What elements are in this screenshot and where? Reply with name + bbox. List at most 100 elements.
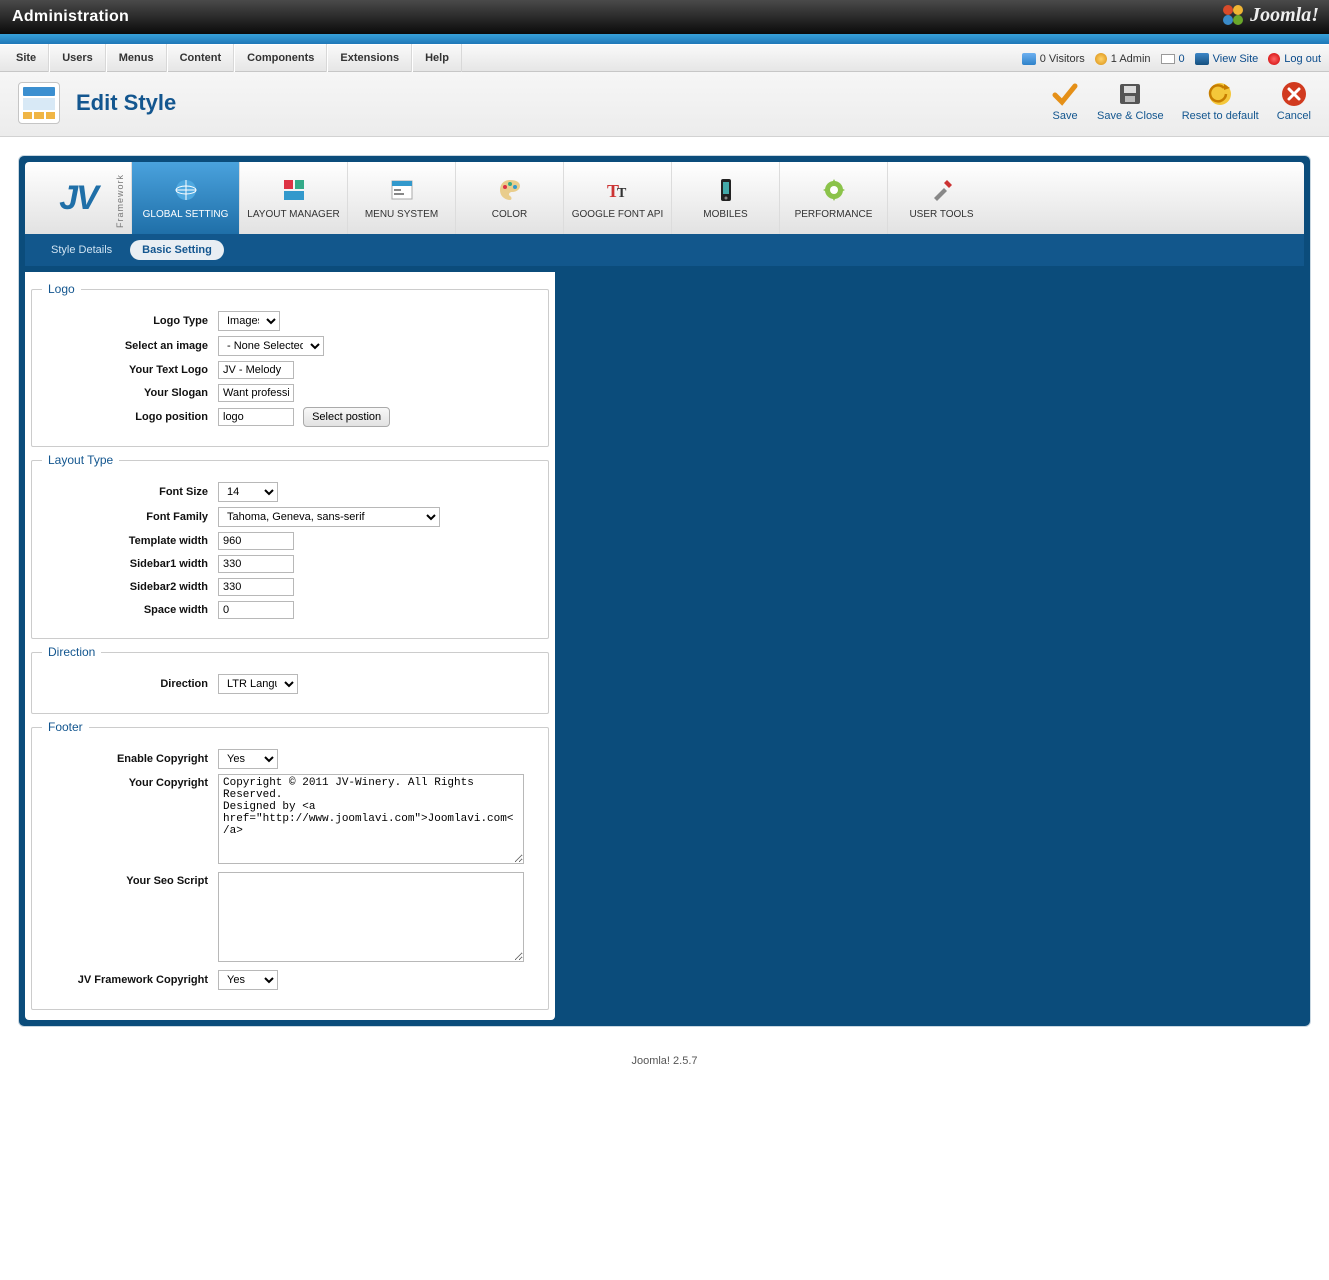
tab-user-tools[interactable]: USER TOOLS bbox=[887, 162, 995, 234]
toolbar: Save Save & Close Reset to default Cance… bbox=[1051, 80, 1311, 122]
label-slogan: Your Slogan bbox=[42, 387, 218, 399]
legend-footer: Footer bbox=[42, 720, 89, 734]
check-icon bbox=[1051, 80, 1079, 108]
fieldset-logo: Logo Logo Type Images Select an image - … bbox=[31, 282, 549, 447]
select-logo-type[interactable]: Images bbox=[218, 311, 280, 331]
menubar-components[interactable]: Components bbox=[234, 44, 327, 72]
tab-performance[interactable]: PERFORMANCE bbox=[779, 162, 887, 234]
tools-icon bbox=[929, 177, 955, 203]
subtab-basic-setting[interactable]: Basic Setting bbox=[130, 240, 224, 260]
tab-color[interactable]: COLOR bbox=[455, 162, 563, 234]
fw-logo-text: JV bbox=[59, 179, 97, 218]
visitors-text: 0 Visitors bbox=[1040, 53, 1085, 65]
sub-tabs: Style Details Basic Setting bbox=[25, 234, 1304, 266]
tab-label: LAYOUT MANAGER bbox=[247, 209, 339, 220]
messages-count[interactable]: 0 bbox=[1161, 53, 1185, 65]
save-button[interactable]: Save bbox=[1051, 80, 1079, 122]
fieldset-layout: Layout Type Font Size 14 Font Family Tah… bbox=[31, 453, 549, 639]
tab-menu-system[interactable]: MENU SYSTEM bbox=[347, 162, 455, 234]
label-text-logo: Your Text Logo bbox=[42, 364, 218, 376]
palette-icon bbox=[497, 177, 523, 203]
logout[interactable]: Log out bbox=[1268, 53, 1321, 65]
subtab-style-details[interactable]: Style Details bbox=[39, 240, 124, 260]
gear-icon bbox=[821, 177, 847, 203]
settings-panel: Logo Logo Type Images Select an image - … bbox=[25, 272, 555, 1020]
menu-icon bbox=[389, 177, 415, 203]
tab-global-setting[interactable]: GLOBAL SETTING bbox=[131, 162, 239, 234]
input-sidebar2-width[interactable] bbox=[218, 578, 294, 596]
save-close-button[interactable]: Save & Close bbox=[1097, 80, 1164, 122]
input-text-logo[interactable] bbox=[218, 361, 294, 379]
floppy-icon bbox=[1116, 80, 1144, 108]
select-enable-copyright[interactable]: Yes bbox=[218, 749, 278, 769]
input-slogan[interactable] bbox=[218, 384, 294, 402]
admin-header: Administration Joomla! bbox=[0, 0, 1329, 34]
view-site-link[interactable]: View Site bbox=[1213, 53, 1259, 65]
joomla-brand-text: Joomla! bbox=[1250, 4, 1319, 27]
select-font-family[interactable]: Tahoma, Geneva, sans-serif bbox=[218, 507, 440, 527]
tab-google-font[interactable]: TT GOOGLE FONT API bbox=[563, 162, 671, 234]
label-select-image: Select an image bbox=[42, 340, 218, 352]
label-enable-copyright: Enable Copyright bbox=[42, 753, 218, 765]
cancel-label: Cancel bbox=[1277, 110, 1311, 122]
view-site[interactable]: View Site bbox=[1195, 53, 1259, 65]
logout-link[interactable]: Log out bbox=[1284, 53, 1321, 65]
fieldset-direction: Direction Direction LTR Language bbox=[31, 645, 549, 714]
tab-mobiles[interactable]: MOBILES bbox=[671, 162, 779, 234]
label-logo-type: Logo Type bbox=[42, 315, 218, 327]
reset-button[interactable]: Reset to default bbox=[1182, 80, 1259, 122]
logout-icon bbox=[1268, 53, 1280, 65]
input-sidebar1-width[interactable] bbox=[218, 555, 294, 573]
layout-icon bbox=[281, 177, 307, 203]
reset-label: Reset to default bbox=[1182, 110, 1259, 122]
page-title: Edit Style bbox=[76, 90, 176, 116]
label-space-width: Space width bbox=[42, 604, 218, 616]
label-sidebar2-width: Sidebar2 width bbox=[42, 581, 218, 593]
input-space-width[interactable] bbox=[218, 601, 294, 619]
textarea-your-copyright[interactable] bbox=[218, 774, 524, 864]
label-jvfw-copyright: JV Framework Copyright bbox=[42, 974, 218, 986]
cancel-button[interactable]: Cancel bbox=[1277, 80, 1311, 122]
phone-icon bbox=[713, 177, 739, 203]
joomla-icon bbox=[1220, 2, 1246, 28]
menubar-content[interactable]: Content bbox=[167, 44, 235, 72]
select-image[interactable]: - None Selected - bbox=[218, 336, 324, 356]
label-your-copyright: Your Copyright bbox=[42, 774, 218, 789]
admin-icon bbox=[1095, 53, 1107, 65]
menubar-status: 0 Visitors 1 Admin 0 View Site Log out bbox=[1022, 45, 1321, 73]
menubar-site[interactable]: Site bbox=[4, 44, 49, 72]
select-position-button[interactable]: Select postion bbox=[303, 407, 390, 427]
label-sidebar1-width: Sidebar1 width bbox=[42, 558, 218, 570]
svg-text:T: T bbox=[617, 186, 627, 201]
admin-text: 1 Admin bbox=[1111, 53, 1151, 65]
tab-label: MENU SYSTEM bbox=[365, 209, 438, 220]
menubar-extensions[interactable]: Extensions bbox=[327, 44, 412, 72]
tab-layout-manager[interactable]: LAYOUT MANAGER bbox=[239, 162, 347, 234]
tab-label: GOOGLE FONT API bbox=[572, 209, 664, 220]
input-logo-position[interactable] bbox=[218, 408, 294, 426]
menubar-menus[interactable]: Menus bbox=[106, 44, 167, 72]
menubar-users[interactable]: Users bbox=[49, 44, 106, 72]
tab-label: MOBILES bbox=[703, 209, 747, 220]
admin-menubar: Site Users Menus Content Components Exte… bbox=[0, 44, 1329, 72]
messages-link[interactable]: 0 bbox=[1179, 53, 1185, 65]
mail-icon bbox=[1161, 54, 1175, 64]
select-jvfw-copyright[interactable]: Yes bbox=[218, 970, 278, 990]
menubar-help[interactable]: Help bbox=[412, 44, 462, 72]
input-template-width[interactable] bbox=[218, 532, 294, 550]
globe-icon bbox=[173, 177, 199, 203]
visitors-count: 0 Visitors bbox=[1022, 53, 1085, 65]
select-font-size[interactable]: 14 bbox=[218, 482, 278, 502]
tab-label: GLOBAL SETTING bbox=[143, 209, 229, 220]
header-separator bbox=[0, 34, 1329, 44]
screen-icon bbox=[1195, 53, 1209, 65]
admin-count: 1 Admin bbox=[1095, 53, 1151, 65]
label-font-family: Font Family bbox=[42, 511, 218, 523]
fieldset-footer: Footer Enable Copyright Yes Your Copyrig… bbox=[31, 720, 549, 1010]
legend-layout: Layout Type bbox=[42, 453, 119, 467]
framework-tabs: JV Framework GLOBAL SETTING LAYOUT MANAG… bbox=[25, 162, 1304, 234]
textarea-seo-script[interactable] bbox=[218, 872, 524, 962]
content-outer: JV Framework GLOBAL SETTING LAYOUT MANAG… bbox=[0, 137, 1329, 1045]
admin-title: Administration bbox=[12, 8, 129, 26]
select-direction[interactable]: LTR Language bbox=[218, 674, 298, 694]
